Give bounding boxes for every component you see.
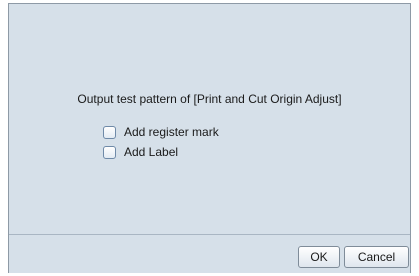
- add-label-option[interactable]: Add Label: [103, 144, 178, 160]
- add-register-mark-option[interactable]: Add register mark: [103, 124, 219, 140]
- dialog-message: Output test pattern of [Print and Cut Or…: [77, 92, 342, 106]
- add-label-checkbox[interactable]: [103, 145, 116, 159]
- dialog-button-bar: OK Cancel: [9, 234, 410, 273]
- test-pattern-dialog: Output test pattern of [Print and Cut Or…: [8, 3, 411, 273]
- add-label-label[interactable]: Add Label: [124, 145, 178, 159]
- add-register-mark-label[interactable]: Add register mark: [124, 125, 219, 139]
- cancel-button[interactable]: Cancel: [344, 246, 409, 268]
- ok-button[interactable]: OK: [298, 246, 340, 268]
- dialog-content: Output test pattern of [Print and Cut Or…: [9, 4, 410, 234]
- add-register-mark-checkbox[interactable]: [103, 125, 116, 139]
